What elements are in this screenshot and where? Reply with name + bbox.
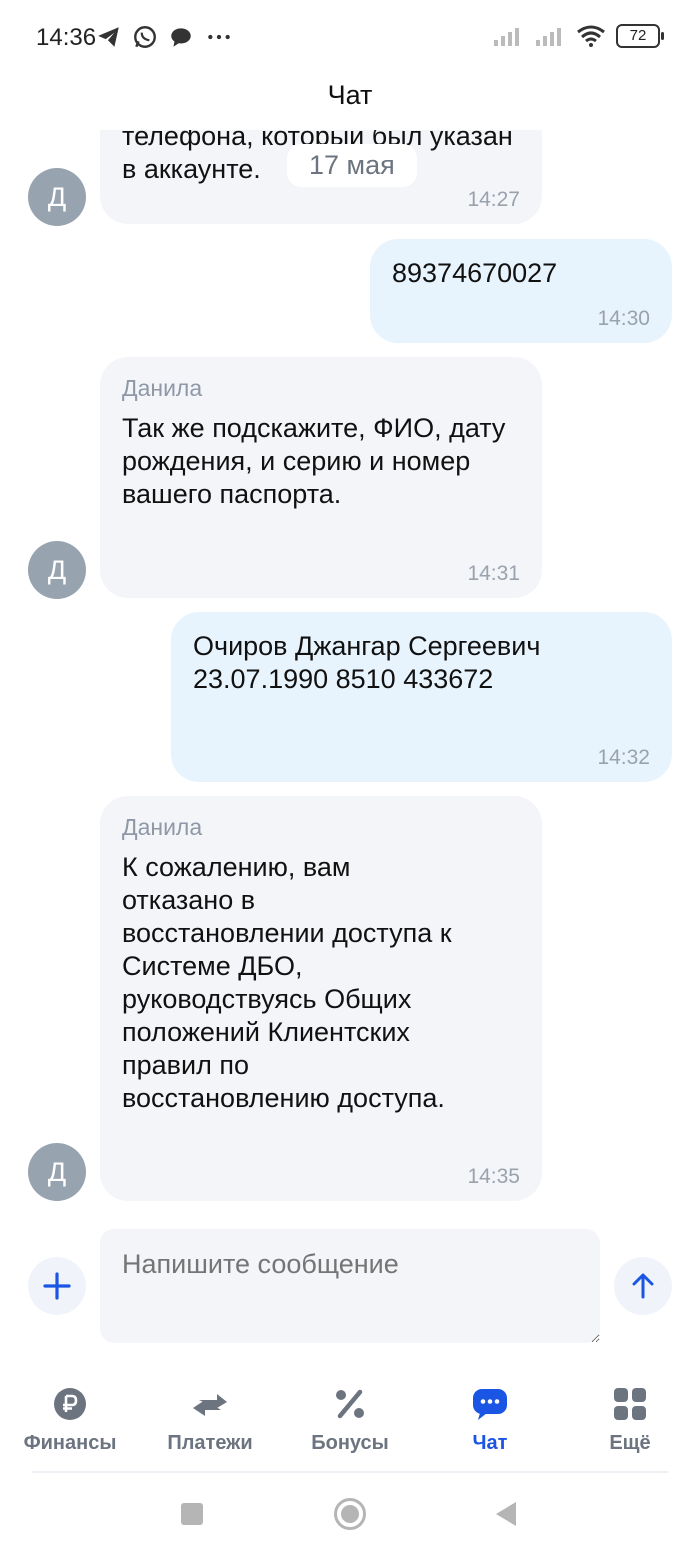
message-text: Очиров Джангар Сергеевич 23.07.1990 8510… xyxy=(193,631,541,694)
plus-icon xyxy=(43,1272,71,1300)
transfer-arrows-icon xyxy=(190,1384,230,1424)
nav-item-finances[interactable]: Финансы xyxy=(0,1384,140,1470)
message-sender: Данила xyxy=(122,375,203,401)
message-time: 14:32 xyxy=(597,746,650,769)
signal-icon xyxy=(494,28,519,46)
nav-label: Ещё xyxy=(609,1432,651,1454)
recent-apps-icon[interactable] xyxy=(181,1503,203,1525)
nav-label: Платежи xyxy=(167,1432,253,1454)
page-title: Чат xyxy=(327,80,373,110)
battery-icon: 72 xyxy=(616,24,664,48)
back-icon[interactable] xyxy=(496,1502,516,1526)
message-bubble-incoming[interactable]: Данила К сожалению, вам отказано в восст… xyxy=(100,796,542,1201)
status-bar: 14:36 72 xyxy=(0,0,700,80)
message-input[interactable] xyxy=(100,1229,600,1343)
message-text: Так же подскажите, ФИО, дату рождения, и… xyxy=(122,413,506,509)
system-nav-bar xyxy=(0,1490,700,1540)
message-text: 89374670027 xyxy=(392,258,558,288)
message-time: 14:27 xyxy=(467,188,520,211)
avatar: Д xyxy=(28,1143,86,1201)
ruble-icon xyxy=(50,1384,90,1424)
nav-item-chat[interactable]: Чат xyxy=(420,1384,560,1470)
percent-icon xyxy=(330,1384,370,1424)
message-bubble-outgoing[interactable]: 89374670027 14:30 xyxy=(370,239,672,343)
more-dots-icon xyxy=(208,34,230,40)
grid-icon xyxy=(610,1384,650,1424)
attach-button[interactable] xyxy=(28,1257,86,1315)
message-text: К сожалению, вам отказано в восстановлен… xyxy=(122,852,452,1113)
wifi-icon xyxy=(577,25,605,47)
status-time: 14:36 xyxy=(36,24,97,51)
message-time: 14:30 xyxy=(597,307,650,330)
nav-label: Финансы xyxy=(23,1432,117,1454)
nav-label: Бонусы xyxy=(311,1432,389,1454)
nav-divider xyxy=(32,1471,668,1473)
date-chip: 17 мая xyxy=(287,144,417,187)
nav-item-payments[interactable]: Платежи xyxy=(140,1384,280,1470)
arrow-up-icon xyxy=(632,1273,654,1299)
avatar: Д xyxy=(28,541,86,599)
bottom-nav: Финансы Платежи Бонусы Чат Ещё xyxy=(0,1384,700,1470)
chat-header: Чат xyxy=(0,70,700,130)
message-sender: Данила xyxy=(122,814,203,840)
home-icon[interactable] xyxy=(334,1498,366,1530)
message-time: 14:31 xyxy=(467,562,520,585)
whatsapp-icon xyxy=(134,26,156,48)
nav-item-bonuses[interactable]: Бонусы xyxy=(280,1384,420,1470)
status-left-icons xyxy=(96,24,234,50)
message-time: 14:35 xyxy=(467,1165,520,1188)
status-right-icons: 72 xyxy=(492,24,664,48)
message-bubble-incoming[interactable]: Данила Так же подскажите, ФИО, дату рожд… xyxy=(100,357,542,598)
signal-icon xyxy=(536,28,561,46)
chat-bubble-icon xyxy=(470,1384,510,1424)
message-bubble-outgoing[interactable]: Очиров Джангар Сергеевич 23.07.1990 8510… xyxy=(171,612,672,782)
nav-item-more[interactable]: Ещё xyxy=(560,1384,700,1470)
message-icon xyxy=(171,28,191,47)
send-button[interactable] xyxy=(614,1257,672,1315)
nav-label: Чат xyxy=(472,1432,508,1454)
telegram-icon xyxy=(98,27,119,47)
chat-messages[interactable]: телефона, который был указан в аккаунте.… xyxy=(0,130,700,1210)
avatar: Д xyxy=(28,168,86,226)
